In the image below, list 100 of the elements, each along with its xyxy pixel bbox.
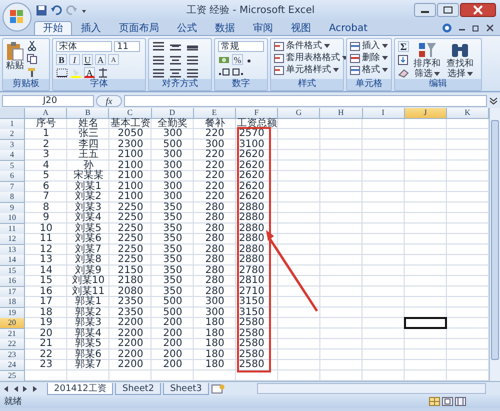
- ribbon-tab[interactable]: Acrobat: [320, 21, 377, 35]
- increase-decimal-icon[interactable]: [218, 67, 230, 77]
- column-header[interactable]: F: [236, 108, 278, 119]
- align-icon[interactable]: [152, 54, 165, 65]
- sheet-tab[interactable]: 201412工资: [47, 382, 114, 394]
- name-box[interactable]: J20: [2, 94, 94, 106]
- row-header[interactable]: 6: [0, 171, 25, 182]
- column-header[interactable]: I: [362, 108, 405, 119]
- column-header[interactable]: G: [278, 108, 320, 119]
- insert-function-button[interactable]: fx: [96, 94, 122, 106]
- sheet-tab[interactable]: Sheet3: [163, 382, 209, 394]
- row-header[interactable]: 14: [0, 255, 25, 266]
- align-icon[interactable]: [169, 54, 182, 65]
- bold-button[interactable]: B: [56, 54, 67, 65]
- cells-command[interactable]: 插入: [350, 41, 388, 51]
- row-header[interactable]: 10: [0, 213, 25, 224]
- font-name-field[interactable]: 宋体: [56, 41, 112, 52]
- align-icon[interactable]: [152, 68, 165, 78]
- editing-command[interactable]: 排序和 筛选: [412, 41, 442, 79]
- row-header[interactable]: 4: [0, 150, 25, 161]
- column-header[interactable]: K: [446, 108, 490, 119]
- insert-sheet-icon[interactable]: [210, 384, 225, 394]
- row-header[interactable]: 23: [0, 350, 25, 360]
- row-header[interactable]: 9: [0, 202, 25, 214]
- border-icon[interactable]: [56, 68, 68, 78]
- page-layout-icon[interactable]: [442, 397, 453, 406]
- row-header[interactable]: 22: [0, 339, 25, 350]
- row-header[interactable]: 21: [0, 328, 25, 340]
- ribbon-tab[interactable]: 审阅: [244, 21, 282, 35]
- cells-command[interactable]: 格式: [350, 65, 388, 75]
- row-header[interactable]: 18: [0, 297, 25, 308]
- fill-color-icon[interactable]: [70, 68, 82, 78]
- column-header[interactable]: D: [152, 108, 194, 119]
- ribbon-tab[interactable]: 视图: [282, 21, 320, 35]
- paste-button[interactable]: 粘贴: [6, 41, 24, 71]
- brush-icon[interactable]: [27, 67, 37, 77]
- save-icon[interactable]: [36, 4, 47, 16]
- ribbon-tab[interactable]: 插入: [72, 21, 110, 35]
- row-header[interactable]: 3: [0, 140, 25, 150]
- font-color-button[interactable]: A: [84, 67, 95, 78]
- font-size-field[interactable]: 11: [114, 41, 140, 52]
- column-header[interactable]: H: [320, 108, 362, 119]
- help-icon[interactable]: [442, 23, 452, 33]
- row-header[interactable]: 25: [0, 370, 25, 382]
- ribbon-tab[interactable]: 页面布局: [110, 21, 168, 35]
- row-header[interactable]: 2: [0, 129, 25, 140]
- column-header[interactable]: J: [404, 108, 447, 119]
- row-header[interactable]: 7: [0, 182, 25, 192]
- percent-button[interactable]: %: [232, 54, 243, 65]
- grow-font-button[interactable]: A: [95, 54, 106, 65]
- ribbon-tab[interactable]: 公式: [168, 21, 206, 35]
- fill-icon[interactable]: [398, 55, 409, 65]
- copy-icon[interactable]: [27, 54, 37, 64]
- underline-button[interactable]: U: [82, 54, 93, 65]
- column-header[interactable]: A: [25, 108, 68, 119]
- align-icon[interactable]: [186, 54, 199, 65]
- decrease-decimal-icon[interactable]: [232, 67, 244, 77]
- row-header[interactable]: 15: [0, 266, 25, 276]
- sheet-tab[interactable]: Sheet2: [115, 382, 162, 394]
- number-format-field[interactable]: 常规: [218, 41, 264, 52]
- normal-view-icon[interactable]: [429, 397, 440, 406]
- column-header[interactable]: E: [194, 108, 236, 119]
- horizontal-scrollbar[interactable]: [256, 383, 486, 394]
- row-header[interactable]: 1: [0, 118, 25, 130]
- ribbon-tab[interactable]: 数据: [206, 21, 244, 35]
- column-header[interactable]: C: [109, 108, 152, 119]
- restore-icon[interactable]: [472, 24, 480, 32]
- editing-command[interactable]: 查找和 选择: [445, 41, 475, 79]
- row-header[interactable]: 20: [0, 318, 25, 329]
- row-header[interactable]: 16: [0, 276, 25, 287]
- formula-input[interactable]: [124, 94, 487, 106]
- ribbon-tab[interactable]: 开始: [34, 21, 72, 35]
- align-icon[interactable]: [152, 41, 165, 51]
- phonetic-icon[interactable]: [97, 68, 109, 78]
- row-header[interactable]: 8: [0, 192, 25, 203]
- cut-icon[interactable]: [27, 41, 37, 51]
- align-icon[interactable]: [169, 68, 182, 78]
- undo-icon[interactable]: [51, 4, 62, 16]
- style-command[interactable]: 条件格式: [274, 41, 330, 51]
- minimize-button[interactable]: [414, 3, 436, 17]
- row-header[interactable]: 12: [0, 234, 25, 245]
- active-cell[interactable]: [404, 317, 447, 329]
- row-header[interactable]: 17: [0, 286, 25, 298]
- page-break-icon[interactable]: [455, 397, 466, 406]
- close-button[interactable]: [460, 3, 496, 17]
- italic-button[interactable]: I: [69, 54, 80, 65]
- close-icon[interactable]: [486, 24, 494, 32]
- column-header[interactable]: B: [67, 108, 110, 119]
- vertical-scrollbar[interactable]: [489, 108, 500, 381]
- autosum-button[interactable]: Σ: [398, 41, 409, 52]
- style-command[interactable]: 单元格样式: [274, 65, 339, 75]
- cells-command[interactable]: 删除: [350, 53, 388, 63]
- row-header[interactable]: 5: [0, 160, 25, 172]
- row-header[interactable]: 11: [0, 224, 25, 234]
- maximize-button[interactable]: [437, 3, 459, 17]
- expand-icon[interactable]: [489, 96, 498, 106]
- row-header[interactable]: 24: [0, 360, 25, 371]
- row-header[interactable]: 13: [0, 244, 25, 256]
- row-header[interactable]: 19: [0, 308, 25, 318]
- align-icon[interactable]: [186, 68, 199, 78]
